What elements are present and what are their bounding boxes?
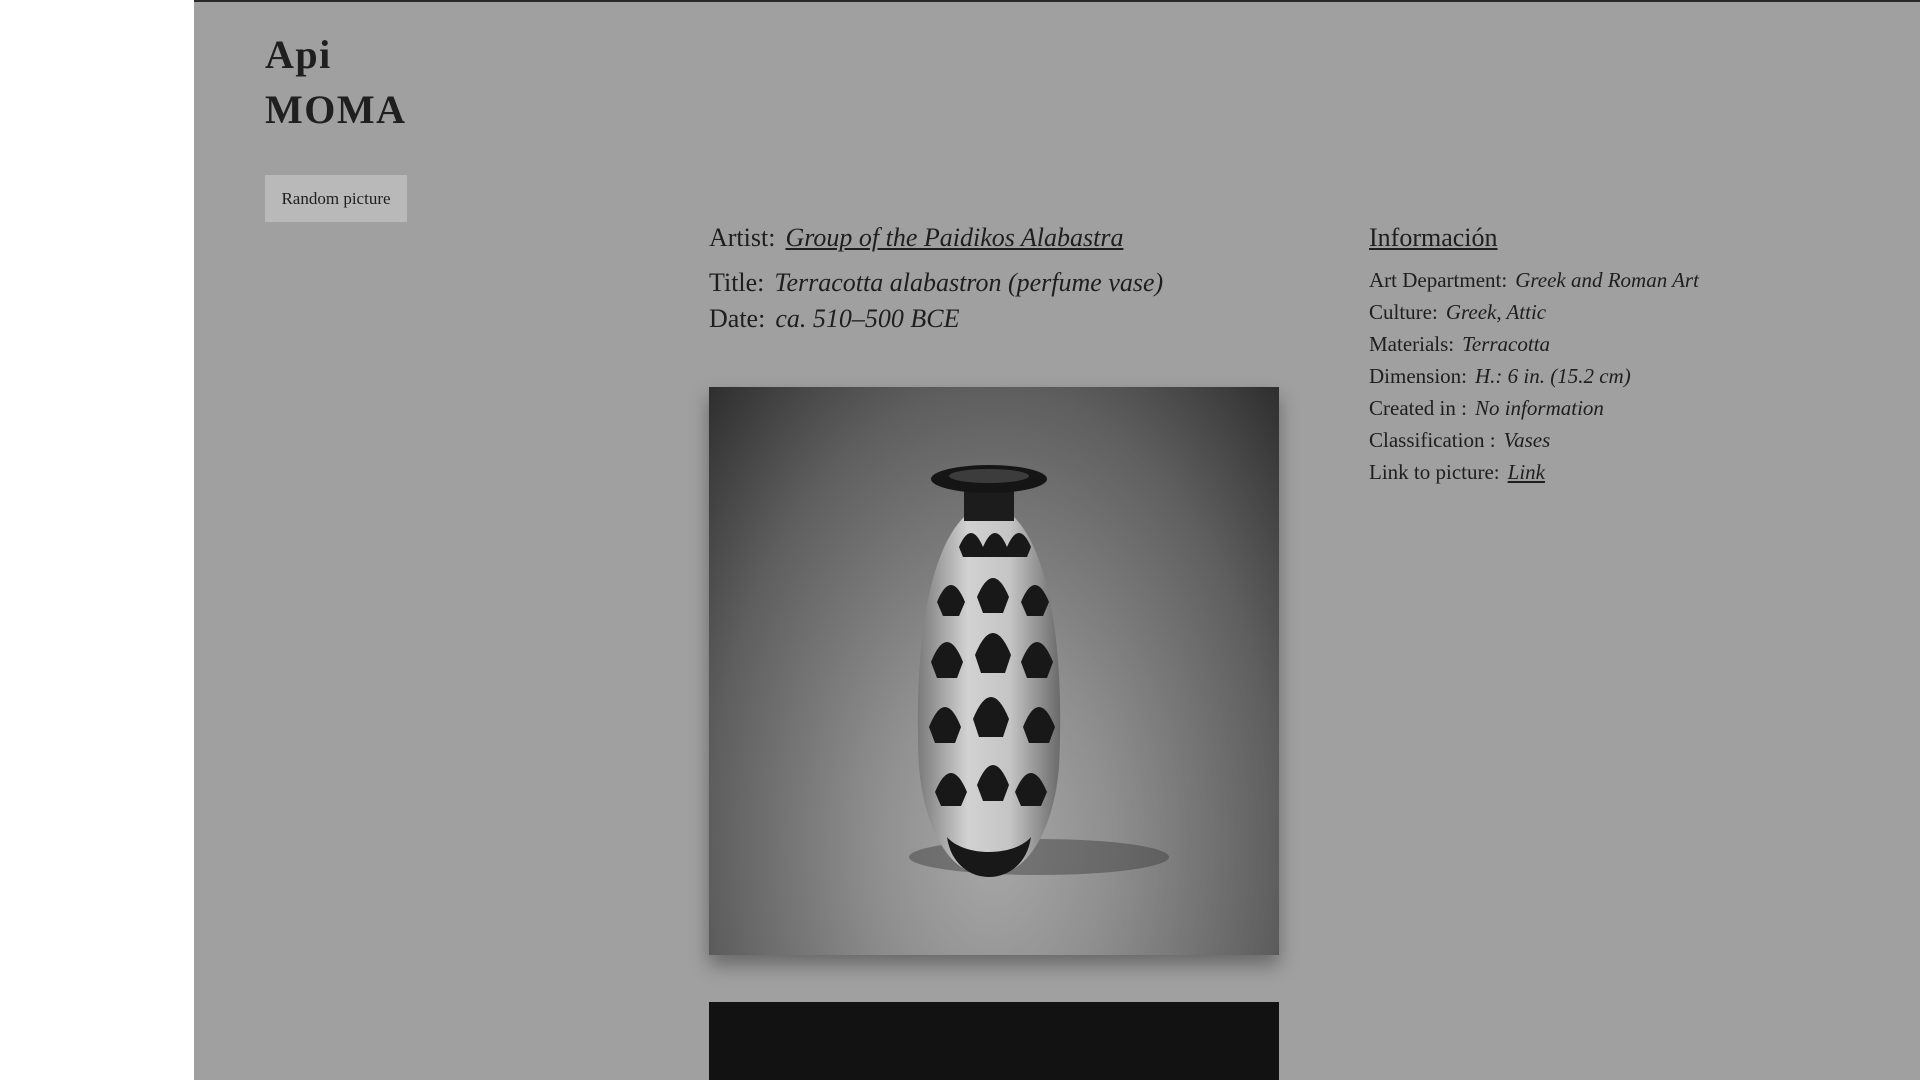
info-row-created-in: Created in : No information: [1369, 392, 1889, 424]
vase-image: [909, 465, 1169, 877]
info-label: Dimension:: [1369, 364, 1467, 388]
random-picture-button[interactable]: Random picture: [265, 175, 407, 222]
info-label: Materials:: [1369, 332, 1455, 356]
artwork-image: [709, 387, 1279, 955]
info-label: Culture:: [1369, 300, 1438, 324]
picture-link[interactable]: Link: [1508, 460, 1545, 484]
info-label: Classification :: [1369, 428, 1496, 452]
artwork-title: Terracotta alabastron (perfume vase): [774, 268, 1164, 297]
next-artwork-image: [709, 1002, 1279, 1080]
artist-row: Artist: Group of the Paidikos Alabastra: [709, 220, 1289, 256]
info-row-classification: Classification : Vases: [1369, 424, 1889, 456]
info-row-culture: Culture: Greek, Attic: [1369, 296, 1889, 328]
info-row-dimension: Dimension: H.: 6 in. (15.2 cm): [1369, 360, 1889, 392]
info-label: Art Department:: [1369, 268, 1508, 292]
artist-label: Artist:: [709, 223, 776, 252]
info-value: Greek, Attic: [1445, 300, 1547, 324]
info-value: H.: 6 in. (15.2 cm): [1475, 364, 1631, 388]
date-row: Date: ca. 510–500 BCE: [709, 301, 1289, 337]
title-row: Title: Terracotta alabastron (perfume vas…: [709, 265, 1289, 301]
logo-line-api: Api: [265, 32, 332, 77]
info-value: No information: [1474, 396, 1604, 420]
info-value: Terracotta: [1462, 332, 1551, 356]
info-value: Greek and Roman Art: [1515, 268, 1699, 292]
page-content: Api MOMA Random picture Artist: Group of …: [194, 0, 1920, 1080]
title-label: Title:: [709, 268, 765, 297]
site-logo[interactable]: Api MOMA: [265, 27, 407, 137]
info-row-link: Link to picture: Link: [1369, 456, 1889, 488]
info-label: Link to picture:: [1369, 460, 1500, 484]
info-panel: Información Art Department: Greek and Rom…: [1369, 220, 1889, 488]
info-heading: Información: [1369, 223, 1498, 252]
date-label: Date:: [709, 304, 766, 333]
info-value: Vases: [1503, 428, 1551, 452]
logo-line-moma: MOMA: [265, 87, 407, 132]
info-label: Created in :: [1369, 396, 1467, 420]
artist-link[interactable]: Group of the Paidikos Alabastra: [785, 223, 1123, 252]
info-row-department: Art Department: Greek and Roman Art: [1369, 264, 1889, 296]
artwork-details: Artist: Group of the Paidikos Alabastra T…: [709, 220, 1289, 337]
info-row-materials: Materials: Terracotta: [1369, 328, 1889, 360]
artwork-date: ca. 510–500 BCE: [775, 304, 960, 333]
